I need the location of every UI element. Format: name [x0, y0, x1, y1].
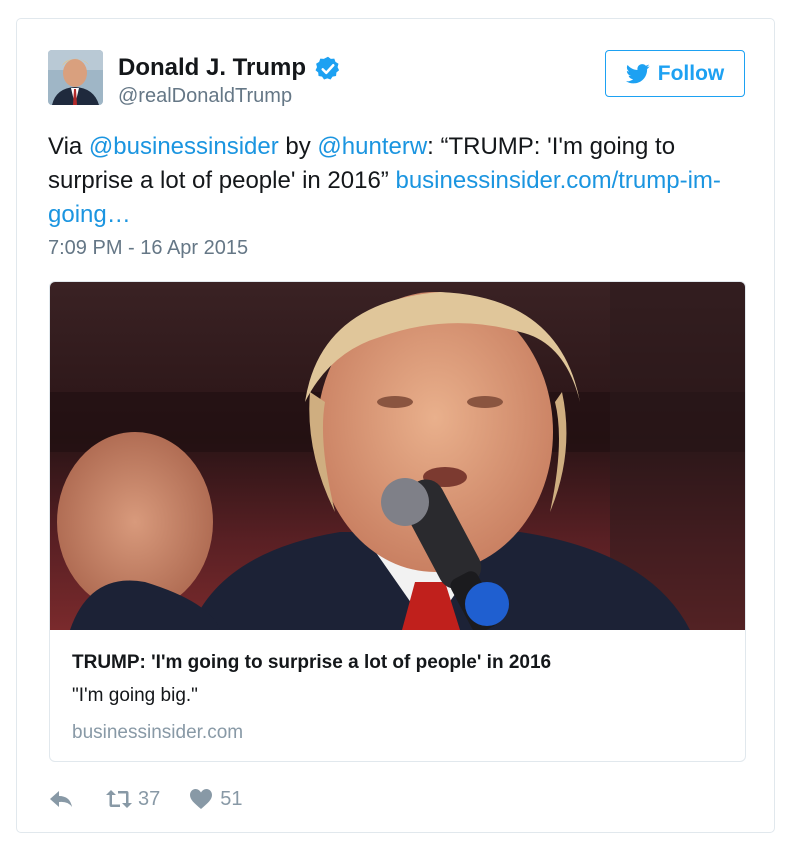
tweet-card: Donald J. Trump @realDonaldTrump Follow …	[16, 18, 775, 833]
author-handle[interactable]: @realDonaldTrump	[118, 85, 292, 108]
tweet-link[interactable]: @businessinsider	[89, 133, 279, 160]
retweet-icon	[106, 790, 132, 808]
card-image	[50, 282, 745, 630]
reply-button[interactable]	[48, 788, 74, 810]
reply-icon	[50, 791, 72, 807]
heart-icon	[190, 789, 213, 809]
tweet-actions: 37 51	[48, 785, 243, 813]
card-description: "I'm going big."	[72, 685, 198, 706]
link-preview-card[interactable]: TRUMP: 'I'm going to surprise a lot of p…	[49, 281, 746, 762]
tweet-text-segment: by	[278, 133, 318, 160]
avatar-photo	[48, 50, 103, 105]
follow-button[interactable]: Follow	[605, 50, 745, 97]
twitter-bird-icon	[625, 63, 650, 83]
tweet-link[interactable]: @hunterw	[317, 133, 427, 160]
card-domain: businessinsider.com	[72, 722, 244, 743]
author-avatar[interactable]	[48, 50, 103, 105]
tweet-text-segment: Via	[48, 133, 89, 160]
author-display-name[interactable]: Donald J. Trump	[118, 54, 306, 82]
tweet-timestamp[interactable]: 7:09 PM - 16 Apr 2015	[48, 237, 248, 260]
tweet-text: Via @businessinsider by @hunterw: “TRUMP…	[48, 130, 748, 232]
retweet-button[interactable]: 37	[106, 788, 160, 811]
card-title: TRUMP: 'I'm going to surprise a lot of p…	[72, 652, 552, 673]
retweet-count: 37	[138, 787, 161, 810]
follow-button-label: Follow	[657, 61, 725, 85]
like-count: 51	[220, 787, 243, 810]
like-button[interactable]: 51	[188, 787, 243, 811]
verified-badge-icon	[315, 56, 340, 80]
